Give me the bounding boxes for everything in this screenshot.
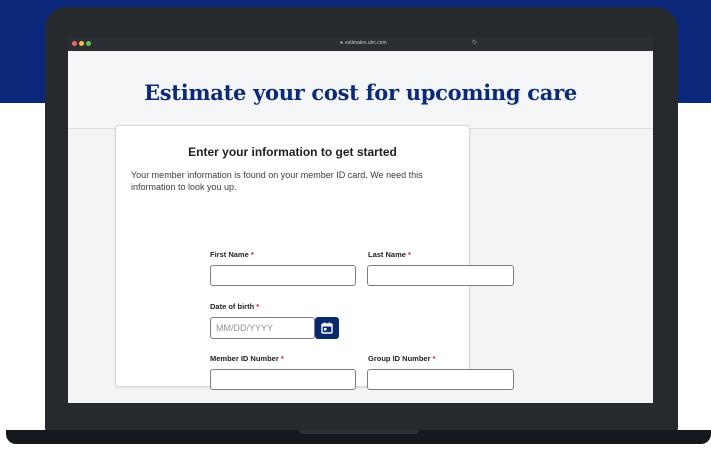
laptop-notch bbox=[298, 430, 419, 434]
required-marker: * bbox=[250, 250, 254, 259]
group-id-label-text: Group ID Number bbox=[368, 354, 431, 363]
card-heading: Enter your information to get started bbox=[188, 145, 397, 159]
group-id-input[interactable] bbox=[367, 369, 514, 390]
first-name-label-text: First Name bbox=[210, 250, 249, 259]
last-name-label-text: Last Name bbox=[368, 250, 406, 259]
calendar-button[interactable] bbox=[315, 317, 339, 339]
required-marker: * bbox=[432, 354, 436, 363]
member-id-label-text: Member ID Number bbox=[210, 354, 279, 363]
browser-titlebar: ● estimates.uhc.com ↻ bbox=[68, 37, 653, 51]
calendar-icon bbox=[321, 322, 333, 334]
member-info-card: Enter your information to get started Yo… bbox=[115, 125, 470, 387]
dob-label-text: Date of birth bbox=[210, 302, 255, 311]
minimize-window-button[interactable] bbox=[79, 41, 84, 46]
member-id-label: Member ID Number * bbox=[210, 354, 284, 363]
hero-banner: Estimate your cost for upcoming care bbox=[68, 51, 653, 129]
dob-label: Date of birth * bbox=[210, 302, 259, 311]
last-name-input[interactable] bbox=[367, 265, 514, 286]
reload-icon[interactable]: ↻ bbox=[472, 39, 477, 46]
group-id-label: Group ID Number * bbox=[368, 354, 436, 363]
laptop-base bbox=[6, 430, 711, 444]
laptop-bezel-bottom bbox=[45, 403, 678, 430]
first-name-label: First Name * bbox=[210, 250, 254, 259]
close-window-button[interactable] bbox=[72, 41, 77, 46]
address-bar[interactable]: ● estimates.uhc.com bbox=[340, 40, 387, 46]
card-description: Your member information is found on your… bbox=[131, 170, 423, 192]
member-id-input[interactable] bbox=[210, 369, 356, 390]
first-name-input[interactable] bbox=[210, 265, 356, 286]
last-name-label: Last Name * bbox=[368, 250, 411, 259]
url-text: estimates.uhc.com bbox=[345, 40, 387, 46]
page-title: Estimate your cost for upcoming care bbox=[144, 80, 577, 105]
required-marker: * bbox=[280, 354, 284, 363]
maximize-window-button[interactable] bbox=[86, 41, 91, 46]
dob-input[interactable]: MM/DD/YYYY bbox=[210, 317, 315, 339]
lock-icon: ● bbox=[340, 40, 344, 46]
required-marker: * bbox=[408, 250, 411, 259]
required-marker: * bbox=[256, 302, 260, 311]
